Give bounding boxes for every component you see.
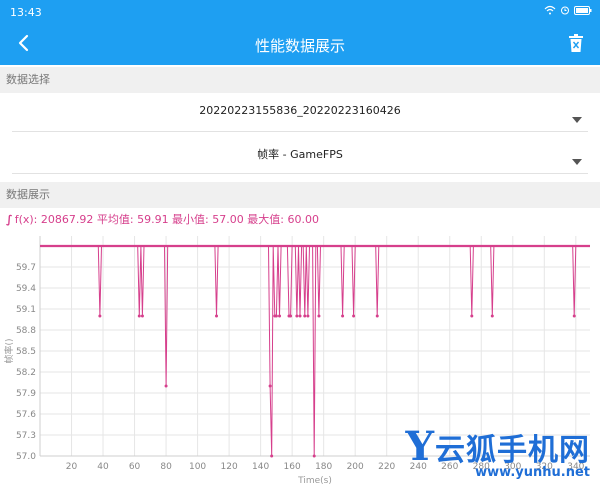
fps-dip-point bbox=[317, 314, 321, 318]
wifi-icon bbox=[544, 5, 556, 18]
fps-dip-point bbox=[98, 314, 102, 318]
fps-dip-point bbox=[215, 314, 219, 318]
fps-dip-point bbox=[140, 314, 144, 318]
fps-dip-point bbox=[289, 314, 293, 318]
status-time: 13:43 bbox=[10, 6, 42, 19]
y-tick-label: 57.0 bbox=[16, 452, 36, 462]
x-tick-label: 80 bbox=[160, 462, 172, 472]
fps-dip-point bbox=[278, 314, 282, 318]
x-tick-label: 140 bbox=[252, 462, 269, 472]
fps-dip-point bbox=[375, 314, 379, 318]
file-select-value: 20220223155836_20220223160426 bbox=[199, 104, 401, 117]
x-tick-label: 340 bbox=[567, 462, 584, 472]
x-tick-label: 180 bbox=[315, 462, 332, 472]
fps-dip-point bbox=[306, 314, 310, 318]
y-tick-label: 58.5 bbox=[16, 347, 36, 357]
status-icons bbox=[544, 5, 592, 18]
x-tick-label: 20 bbox=[66, 462, 78, 472]
x-tick-label: 160 bbox=[284, 462, 301, 472]
y-tick-label: 59.4 bbox=[16, 284, 36, 294]
fps-dip-point bbox=[490, 314, 494, 318]
fps-dip-point bbox=[352, 314, 356, 318]
status-bar: 13:43 bbox=[0, 0, 600, 25]
data-display-header: 数据展示 bbox=[0, 182, 600, 208]
fps-dip-point bbox=[295, 314, 299, 318]
y-tick-label: 58.2 bbox=[16, 368, 36, 378]
fps-dip-point bbox=[137, 314, 141, 318]
x-tick-label: 300 bbox=[504, 462, 521, 472]
y-tick-label: 59.1 bbox=[16, 305, 36, 315]
delete-button[interactable] bbox=[564, 31, 588, 59]
chart-area: ∫ f(x): 20867.92 平均值: 59.91 最小值: 57.00 最大… bbox=[0, 208, 600, 494]
fps-dip-point bbox=[164, 384, 168, 388]
x-tick-label: 60 bbox=[129, 462, 141, 472]
fps-dip-point bbox=[268, 384, 272, 388]
x-tick-label: 100 bbox=[189, 462, 206, 472]
file-select[interactable]: 20220223155836_20220223160426 bbox=[12, 92, 588, 132]
fps-dip-point bbox=[270, 454, 274, 458]
y-tick-label: 57.6 bbox=[16, 410, 36, 420]
y-axis-label: 帧率() bbox=[3, 338, 15, 363]
caret-down-icon bbox=[572, 108, 582, 127]
fps-dip-point bbox=[341, 314, 345, 318]
x-tick-label: 320 bbox=[536, 462, 553, 472]
metric-select[interactable]: 帧率 - GameFPS bbox=[12, 134, 588, 174]
alarm-icon bbox=[560, 5, 570, 18]
x-tick-label: 200 bbox=[347, 462, 364, 472]
app-bar: 性能数据展示 bbox=[0, 25, 600, 65]
fps-dip-point bbox=[303, 314, 307, 318]
battery-icon bbox=[574, 5, 592, 18]
x-tick-label: 120 bbox=[221, 462, 238, 472]
fps-dip-point bbox=[470, 314, 474, 318]
x-tick-label: 40 bbox=[97, 462, 109, 472]
x-tick-label: 260 bbox=[441, 462, 458, 472]
trash-icon bbox=[569, 34, 583, 56]
fps-dip-point bbox=[572, 314, 576, 318]
y-tick-label: 57.9 bbox=[16, 389, 36, 399]
x-tick-label: 220 bbox=[378, 462, 395, 472]
y-tick-label: 59.7 bbox=[16, 263, 36, 273]
fps-dip-point bbox=[312, 454, 316, 458]
x-axis-label: Time(s) bbox=[297, 476, 332, 486]
fps-dip-point bbox=[274, 314, 278, 318]
page-title: 性能数据展示 bbox=[254, 37, 345, 55]
x-tick-label: 240 bbox=[410, 462, 427, 472]
y-tick-label: 58.8 bbox=[16, 326, 36, 336]
fps-dip-point bbox=[298, 314, 302, 318]
caret-down-icon bbox=[572, 150, 582, 169]
y-tick-label: 57.3 bbox=[16, 431, 36, 441]
x-tick-label: 280 bbox=[473, 462, 490, 472]
data-selection-header: 数据选择 bbox=[0, 67, 600, 93]
metric-select-value: 帧率 - GameFPS bbox=[257, 148, 343, 161]
fps-line-chart: 57.0 57.3 57.6 57.9 58.2 58.5 58.8 59.1 59.4 59.7… bbox=[3, 236, 590, 486]
